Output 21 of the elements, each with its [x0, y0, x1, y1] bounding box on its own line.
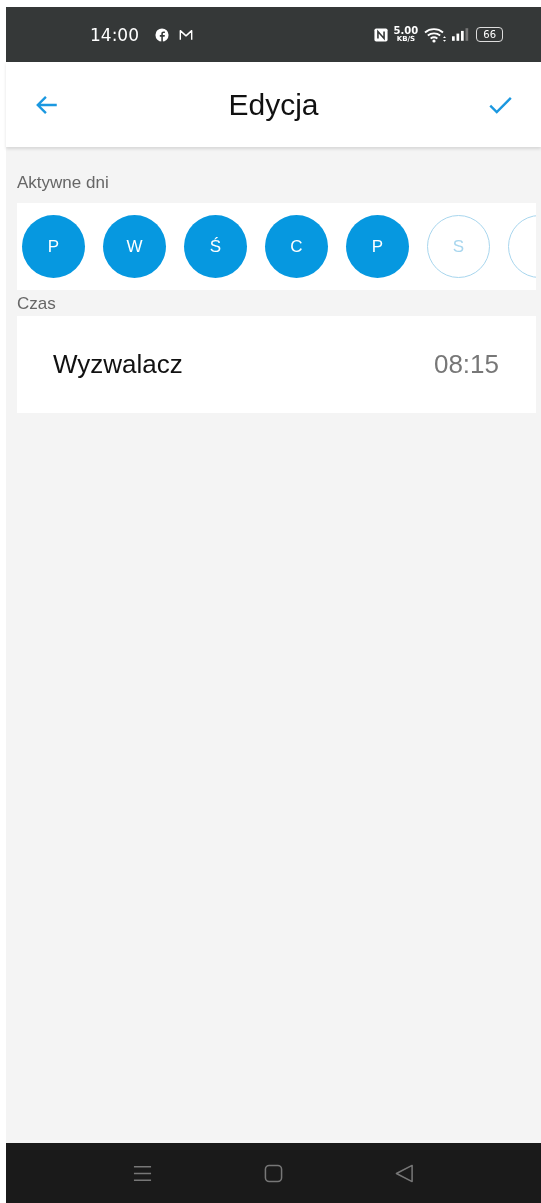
screen-title: Edycja: [228, 87, 319, 122]
trigger-label: Wyzwalacz: [53, 349, 183, 380]
day-toggle[interactable]: W: [103, 215, 166, 278]
facebook-icon: [155, 27, 169, 42]
home-icon[interactable]: [264, 1163, 283, 1183]
mail-icon: [179, 27, 193, 42]
section-label: Czas: [17, 294, 57, 314]
network-speed: 5.00: [393, 26, 419, 36]
signal-icon: [452, 28, 471, 41]
day-toggle[interactable]: P: [22, 215, 85, 278]
nfc-icon: [373, 27, 388, 42]
menu-icon[interactable]: [133, 1163, 152, 1183]
back-icon[interactable]: [395, 1163, 414, 1183]
day-toggle[interactable]: C: [265, 215, 328, 278]
time-value[interactable]: 08:15: [433, 349, 499, 380]
wifi-icon: [424, 26, 447, 43]
section-label: Aktywne dni: [17, 173, 110, 193]
day-toggle[interactable]: Ś: [184, 215, 247, 278]
clock: 14:00: [90, 24, 139, 45]
battery-indicator: 66: [476, 27, 503, 42]
day-toggle[interactable]: P: [346, 215, 409, 278]
